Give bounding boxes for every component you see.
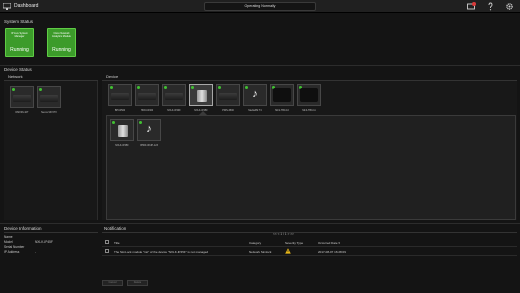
select-all-checkbox[interactable] (105, 240, 109, 244)
device-information-panel: Name Model NXLK-IP45F Serial Number IP A… (4, 235, 53, 254)
notification-message[interactable]: The SimLock module "1st" of the device "… (114, 250, 208, 254)
divider (102, 246, 517, 247)
divider (0, 65, 520, 66)
notification-title: Notification (104, 226, 127, 231)
device-tile[interactable]: BPU4500 (108, 84, 132, 112)
group-device-tile[interactable]: NXLK-IP45F (110, 119, 134, 147)
notification-date: 2017-08-07 16:28:09 (318, 250, 346, 254)
help-icon[interactable] (486, 2, 495, 11)
monitor-device-icon (300, 88, 318, 102)
network-tile[interactable]: DMX06-10T (10, 86, 34, 114)
online-status-icon (112, 121, 115, 124)
delete-button[interactable]: Delete (127, 280, 148, 286)
converter-device-icon (197, 90, 207, 102)
divider (4, 80, 98, 81)
switch-device-icon (13, 95, 31, 102)
online-status-icon (137, 86, 140, 89)
warning-icon (285, 248, 291, 254)
device-tile[interactable]: HDCU4300 (135, 84, 159, 112)
system-status-title: System Status (4, 19, 34, 24)
music-note-icon: ♪ (252, 88, 258, 100)
monitor-device-icon (273, 88, 291, 102)
device-status-title: Device Status (4, 67, 32, 72)
device-header: Device (106, 74, 119, 79)
title-bar: Dashboard Operating Normally (0, 0, 520, 13)
expanded-device-group (106, 115, 516, 220)
online-status-icon (39, 88, 42, 91)
divider (102, 232, 517, 233)
switch-device-icon (40, 95, 58, 102)
online-status-icon (110, 86, 113, 89)
group-device-tile[interactable]: ♪ IP60F-IPoIP-123 (137, 119, 161, 147)
online-status-icon (12, 88, 15, 91)
rack-device-icon (165, 93, 183, 100)
divider (102, 80, 517, 81)
notification-category: Network Simlock (249, 250, 272, 254)
system-card-ip-live-manager[interactable]: IP Live System Manager Running (5, 28, 34, 57)
divider (0, 223, 520, 224)
pagination[interactable]: << < 1 / 1 > >> (273, 232, 294, 236)
converter-device-icon (118, 125, 128, 137)
rack-device-icon (219, 93, 237, 100)
divider (102, 255, 517, 256)
device-tile-selected[interactable]: NXLK-IP45F (189, 84, 213, 112)
device-tile[interactable]: NXLK-IP40F (162, 84, 186, 112)
online-status-icon (164, 86, 167, 89)
column-severity[interactable]: Severity Type (285, 241, 303, 245)
operating-status: Operating Normally (204, 2, 316, 11)
device-tile[interactable]: PWS-4500 (216, 84, 240, 112)
device-tile[interactable]: MLS-TB0-11 (297, 84, 321, 112)
online-status-icon (191, 86, 194, 89)
cancel-button[interactable]: Cancel (102, 280, 123, 286)
network-tile[interactable]: Nexus 9372TX (37, 86, 61, 114)
running-state: Running (52, 47, 71, 53)
column-occurred-date[interactable]: Occurred Date ▾ (318, 241, 340, 245)
running-state: Running (10, 47, 29, 53)
rack-device-icon (111, 93, 129, 100)
music-note-icon: ♪ (146, 123, 152, 135)
rack-device-icon (138, 93, 156, 100)
network-header: Network (8, 74, 23, 79)
notification-icon[interactable] (467, 2, 476, 11)
device-tile[interactable]: MLS-TB0-10 (270, 84, 294, 112)
online-status-icon (218, 86, 221, 89)
dashboard-logo-icon (3, 3, 11, 10)
device-tile[interactable]: ♪ MediaFM T4 (243, 84, 267, 112)
settings-icon[interactable] (505, 2, 514, 11)
system-card-network-analytics[interactable]: Cisco Network Analytics Module Running (47, 28, 76, 57)
column-title[interactable]: Title (114, 241, 120, 245)
column-category[interactable]: Category (249, 241, 261, 245)
app-title: Dashboard (14, 3, 39, 9)
row-checkbox[interactable] (105, 249, 109, 253)
